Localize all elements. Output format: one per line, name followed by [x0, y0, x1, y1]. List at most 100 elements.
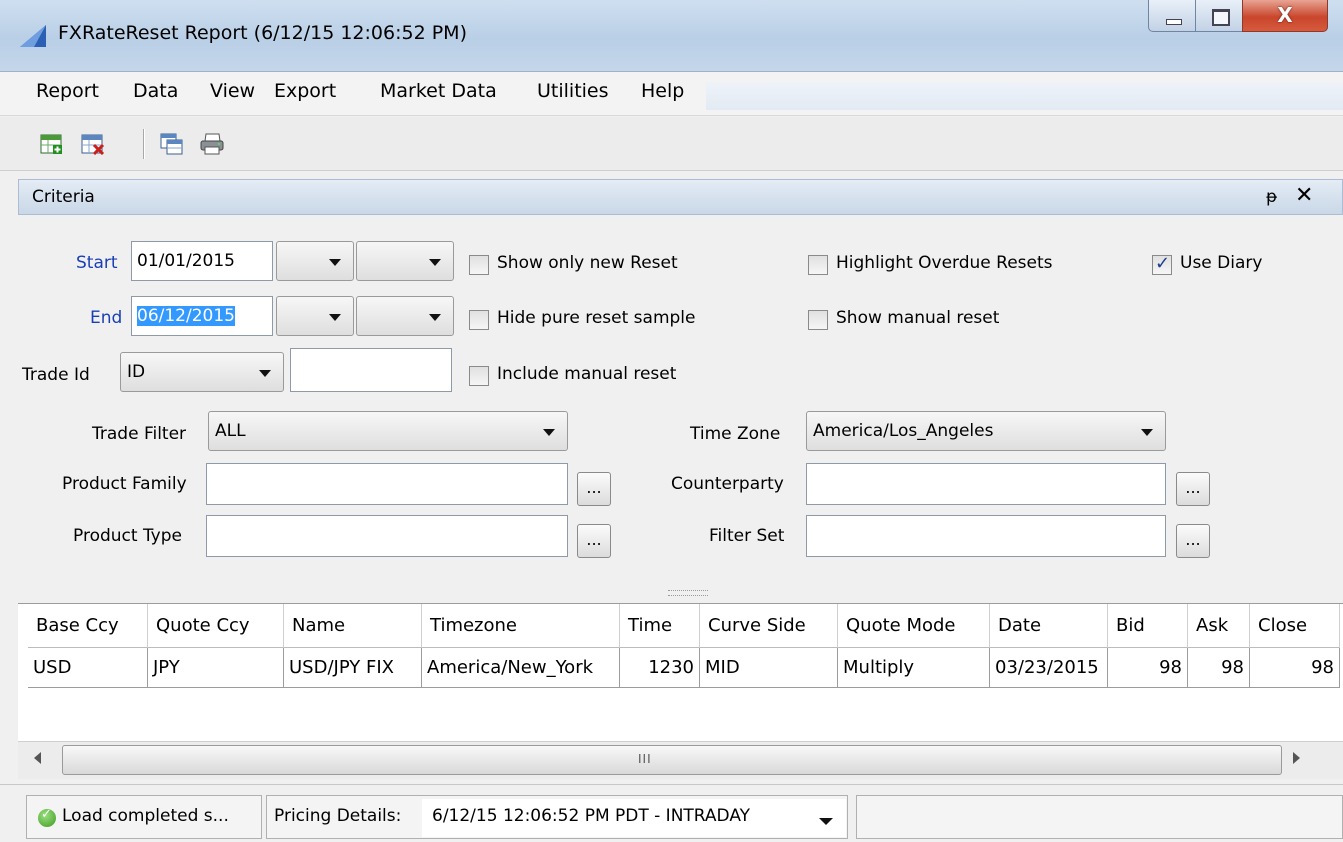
counterparty-browse-button[interactable]: ...: [1176, 472, 1210, 506]
chevron-down-icon: [259, 370, 271, 377]
use-diary-checkbox[interactable]: [1152, 253, 1172, 275]
close-window-button[interactable]: X: [1242, 0, 1328, 32]
chevron-down-icon: [429, 314, 441, 321]
scroll-left-icon[interactable]: [34, 752, 41, 764]
table-cell[interactable]: 98: [1188, 648, 1250, 688]
criteria-panel-header: [18, 179, 1343, 215]
table-cell[interactable]: 1230: [620, 648, 700, 688]
column-header[interactable]: Timezone: [422, 604, 620, 648]
highlight-overdue-resets-label: Highlight Overdue Resets: [836, 253, 1053, 273]
product-type-browse-button[interactable]: ...: [577, 524, 611, 558]
product-family-input[interactable]: [206, 463, 568, 505]
chevron-down-icon[interactable]: [819, 818, 833, 825]
table-cell[interactable]: USD/JPY FIX: [284, 648, 422, 688]
minimize-button[interactable]: [1148, 0, 1196, 32]
print-icon[interactable]: [200, 133, 224, 155]
scroll-right-icon[interactable]: [1293, 752, 1300, 764]
filter-set-input[interactable]: [806, 515, 1166, 557]
trade-id-type-combo[interactable]: ID: [120, 352, 284, 392]
column-header[interactable]: Close: [1250, 604, 1340, 648]
filter-set-label: Filter Set: [709, 526, 785, 546]
start-date-field[interactable]: 01/01/2015: [131, 241, 273, 281]
close-icon: X: [1277, 3, 1293, 27]
menu-bar-filler: [706, 82, 1343, 110]
status-empty-box: [856, 795, 1343, 839]
toolbar-separator: [143, 129, 145, 159]
product-type-input[interactable]: [206, 515, 568, 557]
end-label: End: [90, 308, 123, 328]
show-manual-reset-label: Show manual reset: [836, 308, 1000, 328]
hide-pure-reset-sample-label: Hide pure reset sample: [497, 308, 696, 328]
menu-view[interactable]: View: [210, 80, 255, 102]
chevron-down-icon: [1141, 429, 1153, 436]
menu-report[interactable]: Report: [36, 80, 99, 102]
column-header[interactable]: Bid: [1108, 604, 1188, 648]
show-only-new-reset-checkbox[interactable]: [469, 255, 489, 275]
product-type-label: Product Type: [73, 526, 182, 546]
scrollbar-thumb[interactable]: [62, 745, 1282, 775]
start-time2-combo[interactable]: [356, 241, 454, 281]
check-circle-icon: [38, 807, 56, 827]
table-cell[interactable]: Multiply: [838, 648, 990, 688]
show-manual-reset-checkbox[interactable]: [808, 310, 828, 330]
menu-export[interactable]: Export: [274, 80, 336, 102]
menu-utilities[interactable]: Utilities: [537, 80, 609, 102]
column-header[interactable]: Name: [284, 604, 422, 648]
column-header[interactable]: Time: [620, 604, 700, 648]
include-manual-reset-label: Include manual reset: [497, 364, 677, 384]
time-zone-value: America/Los_Angeles: [813, 421, 994, 441]
table-cell[interactable]: America/New_York: [422, 648, 620, 688]
hide-pure-reset-sample-checkbox[interactable]: [469, 310, 489, 330]
app-icon: [20, 25, 46, 47]
chevron-down-icon: [329, 259, 341, 266]
table-cell[interactable]: MID: [700, 648, 838, 688]
maximize-button[interactable]: [1195, 0, 1243, 32]
trade-id-type-value: ID: [127, 362, 146, 382]
table-cell[interactable]: 03/23/2015: [990, 648, 1108, 688]
close-panel-icon[interactable]: ✕: [1295, 183, 1313, 208]
chevron-down-icon: [429, 259, 441, 266]
column-header[interactable]: Date: [990, 604, 1108, 648]
end-time2-combo[interactable]: [356, 296, 454, 336]
column-header[interactable]: Quote Ccy: [148, 604, 284, 648]
column-header[interactable]: Ask: [1188, 604, 1250, 648]
trade-id-input[interactable]: [290, 348, 452, 392]
column-header[interactable]: Base Ccy: [28, 604, 148, 648]
chevron-down-icon: [329, 314, 341, 321]
end-time-combo[interactable]: [276, 296, 354, 336]
pin-icon[interactable]: ᵽ: [1266, 187, 1277, 207]
criteria-title: Criteria: [32, 187, 95, 207]
counterparty-input[interactable]: [806, 463, 1166, 505]
product-family-label: Product Family: [62, 474, 187, 494]
counterparty-label: Counterparty: [671, 474, 784, 494]
highlight-overdue-resets-checkbox[interactable]: [808, 255, 828, 275]
trade-filter-value: ALL: [215, 421, 246, 441]
start-time-combo[interactable]: [276, 241, 354, 281]
table-cell[interactable]: 98: [1108, 648, 1188, 688]
trade-filter-combo[interactable]: ALL: [208, 411, 568, 451]
time-zone-combo[interactable]: America/Los_Angeles: [806, 411, 1166, 451]
product-family-browse-button[interactable]: ...: [577, 472, 611, 506]
table-cell[interactable]: USD: [28, 648, 148, 688]
copy-report-icon[interactable]: [160, 133, 184, 155]
menu-market-data[interactable]: Market Data: [380, 80, 497, 102]
splitter-handle[interactable]: [668, 590, 708, 596]
pricing-details-label: Pricing Details:: [274, 806, 402, 826]
include-manual-reset-checkbox[interactable]: [469, 366, 489, 386]
filter-set-browse-button[interactable]: ...: [1176, 524, 1210, 558]
column-header[interactable]: Quote Mode: [838, 604, 990, 648]
new-report-icon[interactable]: [40, 133, 64, 155]
column-header[interactable]: Curve Side: [700, 604, 838, 648]
menu-help[interactable]: Help: [641, 80, 684, 102]
menu-data[interactable]: Data: [133, 80, 178, 102]
load-status-text: Load completed s...: [62, 806, 229, 826]
table-cell[interactable]: JPY: [148, 648, 284, 688]
table-cell[interactable]: 98: [1250, 648, 1340, 688]
scroll-grip-icon: III: [638, 752, 652, 766]
end-date-field[interactable]: 06/12/2015: [131, 296, 273, 336]
use-diary-label: Use Diary: [1180, 253, 1263, 273]
end-date-value: 06/12/2015: [137, 306, 235, 326]
trade-id-label: Trade Id: [22, 365, 90, 385]
delete-report-icon[interactable]: [81, 133, 105, 155]
start-label: Start: [76, 253, 118, 273]
